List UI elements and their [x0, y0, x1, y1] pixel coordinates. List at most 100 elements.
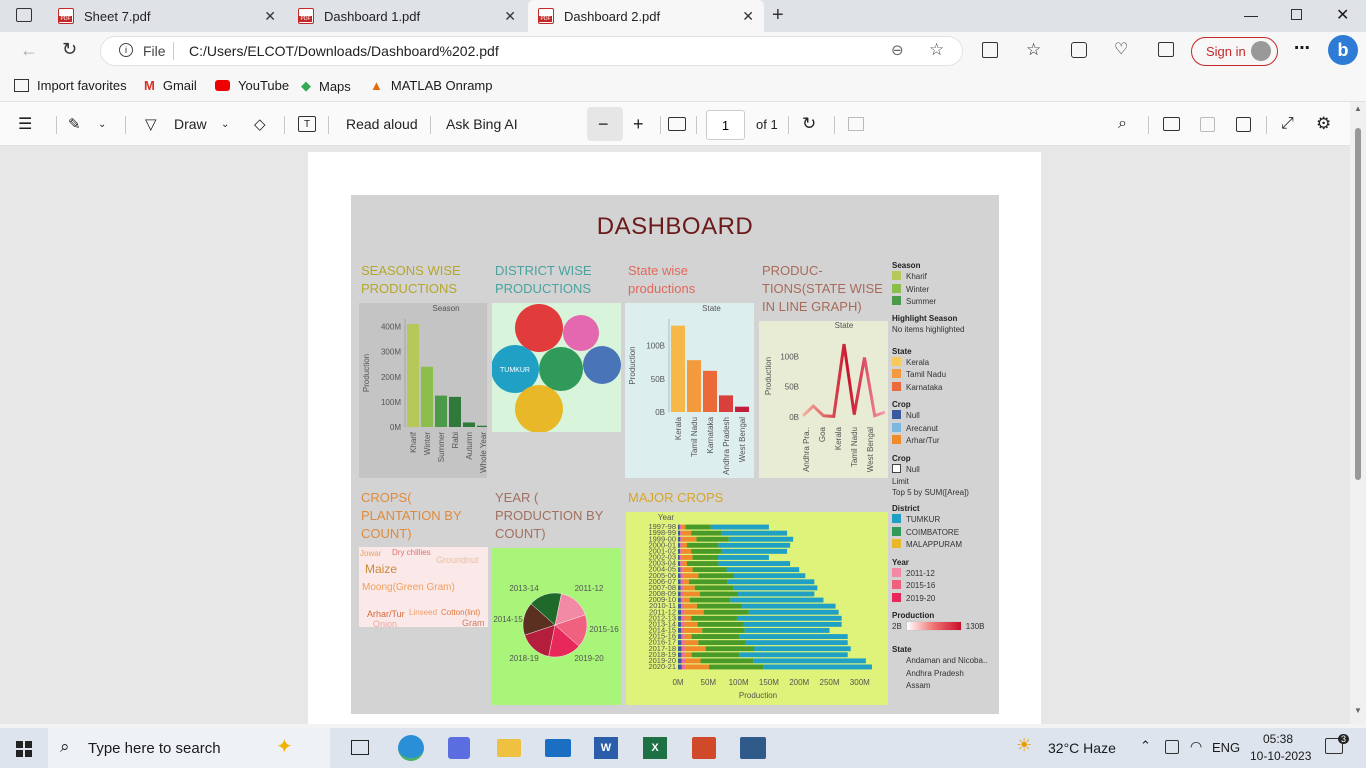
weather-text[interactable]: 32°C Haze [1048, 740, 1116, 756]
clock-date[interactable]: 10-10-2023 [1250, 749, 1311, 763]
mail-icon[interactable] [545, 739, 571, 757]
zoom-in-button[interactable]: + [633, 112, 644, 136]
legend-item[interactable]: TUMKUR [892, 514, 940, 527]
bar-segment [678, 597, 681, 603]
wifi-icon[interactable]: ◠ [1190, 738, 1202, 755]
draw-button[interactable]: Draw [174, 112, 207, 136]
close-icon[interactable]: ✕ [742, 8, 754, 25]
task-view-icon[interactable] [351, 740, 369, 755]
legend-item[interactable]: COIMBATORE [892, 526, 959, 540]
legend-item[interactable]: Winter [892, 283, 929, 297]
legend-item[interactable]: Null [892, 410, 920, 423]
sign-in-button[interactable]: Sign in [1191, 37, 1278, 66]
search-icon[interactable]: ⌕ [1118, 112, 1127, 136]
edge-icon[interactable] [398, 735, 424, 761]
more-icon[interactable]: ⋯ [1294, 38, 1310, 58]
legend-item[interactable]: 2011-12 [892, 567, 935, 581]
close-icon[interactable]: ✕ [264, 8, 276, 25]
info-icon[interactable]: i [119, 43, 133, 57]
favorite-youtube[interactable]: YouTube [215, 78, 289, 93]
legend-item[interactable]: Kerala [892, 356, 929, 370]
print-icon[interactable] [1163, 117, 1180, 131]
page-number-input[interactable] [706, 110, 745, 140]
workspace-icon[interactable] [1158, 42, 1174, 57]
legend-item[interactable]: Null [892, 463, 920, 477]
legend-item[interactable]: Kharif [892, 271, 927, 284]
legend-item[interactable]: Andhra Pradesh [892, 668, 964, 681]
tab-actions-icon[interactable] [16, 8, 32, 22]
scrollbar[interactable]: ▲ ▼ [1350, 102, 1366, 724]
favorite-import[interactable]: Import favorites [14, 78, 127, 93]
file-explorer-icon[interactable] [497, 739, 521, 757]
bubble [583, 346, 621, 384]
windows-start-icon[interactable] [16, 741, 32, 757]
new-tab-button[interactable]: + [772, 4, 784, 27]
zoom-icon[interactable]: ⊖ [891, 41, 904, 59]
back-icon[interactable]: ← [20, 40, 38, 61]
favorite-maps[interactable]: ◆ Maps [301, 78, 351, 94]
url-input[interactable]: C:/Users/ELCOT/Downloads/Dashboard%202.p… [189, 43, 499, 59]
crop-word: Gram [462, 618, 485, 627]
split-screen-icon[interactable] [982, 42, 998, 58]
close-icon[interactable]: ✕ [504, 8, 516, 25]
legend-item[interactable]: Arecanut [892, 422, 938, 436]
excel-icon[interactable]: X [643, 737, 667, 759]
favorite-matlab[interactable]: ▲ MATLAB Onramp [370, 78, 493, 93]
legend-item[interactable]: 2019-20 [892, 592, 935, 606]
collections-icon[interactable] [1071, 42, 1087, 58]
bar-segment [681, 652, 685, 658]
legend-item[interactable]: Tamil Nadu [892, 369, 946, 382]
app-icon[interactable] [740, 737, 766, 759]
bing-icon[interactable]: b [1328, 35, 1358, 65]
taskbar-search[interactable]: ⌕ Type here to search ✦ [48, 728, 330, 768]
fit-width-icon[interactable] [668, 117, 686, 131]
page-view-icon[interactable] [848, 117, 864, 131]
favorite-gmail[interactable]: M Gmail [144, 78, 197, 93]
favorite-star-icon[interactable]: ☆ [929, 40, 944, 60]
restore-button[interactable] [1291, 9, 1302, 20]
ask-bing-button[interactable]: Ask Bing AI [446, 112, 518, 136]
store-icon[interactable] [448, 737, 470, 759]
scroll-up-icon[interactable]: ▲ [1354, 104, 1362, 113]
minimize-button[interactable]: — [1244, 7, 1258, 23]
highlight-icon[interactable]: ✎ [68, 112, 81, 136]
legend-item[interactable]: Arhar/Tur [892, 435, 940, 448]
word-icon[interactable]: W [594, 737, 618, 759]
chevron-down-icon[interactable]: ⌄ [221, 112, 229, 136]
settings-gear-icon[interactable]: ⚙ [1316, 112, 1331, 136]
legend-item[interactable]: 2015-16 [892, 580, 935, 593]
tab-dashboard1[interactable]: Dashboard 1.pdf ✕ [288, 0, 526, 32]
read-aloud-button[interactable]: Read aloud [346, 112, 418, 136]
legend-item[interactable]: Karnataka [892, 381, 942, 395]
text-icon[interactable]: T [298, 116, 316, 132]
contents-icon[interactable]: ☰ [18, 112, 32, 136]
favorites-icon[interactable]: ☆ [1026, 40, 1041, 60]
weather-icon[interactable]: ☀ [1016, 735, 1032, 756]
fullscreen-icon[interactable]: ⤢ [1281, 112, 1294, 136]
eraser-icon[interactable]: ◇ [254, 112, 266, 136]
save-icon[interactable] [1200, 117, 1215, 132]
bar-segment [680, 585, 684, 591]
powerpoint-icon[interactable] [692, 737, 716, 759]
legend-item[interactable]: MALAPPURAM [892, 539, 962, 552]
scroll-thumb[interactable] [1355, 128, 1361, 480]
draw-icon[interactable]: ▽ [145, 112, 157, 136]
performance-icon[interactable]: ♡ [1114, 39, 1128, 59]
chevron-down-icon[interactable]: ⌄ [98, 112, 106, 136]
language-indicator[interactable]: ENG [1212, 740, 1240, 755]
legend-item[interactable]: Summer [892, 296, 936, 309]
tab-sheet7[interactable]: Sheet 7.pdf ✕ [48, 0, 286, 32]
legend-item[interactable]: Assam [892, 680, 930, 693]
close-window-button[interactable]: ✕ [1336, 5, 1349, 25]
refresh-icon[interactable]: ↻ [62, 39, 77, 60]
tab-dashboard2[interactable]: Dashboard 2.pdf ✕ [528, 0, 764, 32]
chevron-up-icon[interactable]: ⌃ [1140, 738, 1151, 754]
url-box[interactable]: i File C:/Users/ELCOT/Downloads/Dashboar… [100, 36, 963, 66]
save-as-icon[interactable] [1236, 117, 1251, 132]
pdf-icon [58, 8, 74, 24]
legend-item[interactable]: Andaman and Nicoba.. [892, 655, 987, 668]
scroll-down-icon[interactable]: ▼ [1354, 706, 1362, 715]
clock-time[interactable]: 05:38 [1263, 732, 1293, 746]
network-icon[interactable] [1165, 740, 1179, 754]
rotate-icon[interactable]: ↻ [802, 112, 816, 136]
